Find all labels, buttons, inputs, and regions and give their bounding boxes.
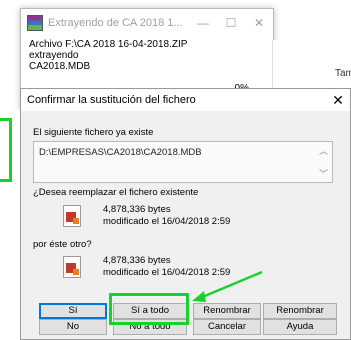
highlight-arrow-icon — [192, 270, 263, 302]
